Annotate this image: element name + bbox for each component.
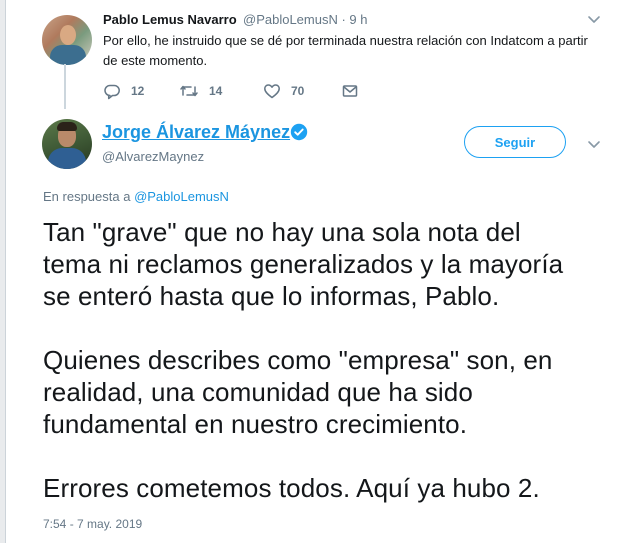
reply-icon: [103, 82, 121, 100]
parent-author-name[interactable]: Pablo Lemus Navarro: [103, 12, 237, 27]
chevron-down-icon[interactable]: [587, 137, 601, 151]
chevron-down-icon[interactable]: [587, 12, 601, 26]
reply-prefix: En respuesta a: [43, 189, 135, 204]
retweet-button[interactable]: 14: [179, 81, 222, 101]
tweet-paragraph: Errores cometemos todos. Aquí ya hubo 2.: [43, 473, 540, 503]
like-button[interactable]: 70: [263, 81, 304, 101]
tweet-text: Tan "grave" que no hay una sola nota del…: [43, 216, 633, 504]
tweet-paragraph: Quienes describes como "empresa" son, en…: [43, 345, 553, 439]
reply-context: En respuesta a @PabloLemusN: [43, 189, 229, 204]
direct-message-icon: [341, 82, 359, 100]
direct-message-button[interactable]: [341, 81, 359, 101]
reply-button[interactable]: 12: [103, 81, 144, 101]
author-handle[interactable]: @AlvarezMaynez: [102, 149, 204, 164]
parent-author-avatar[interactable]: [42, 15, 92, 65]
author-name[interactable]: Jorge Álvarez Máynez: [102, 122, 290, 143]
parent-tweet-text: Por ello, he instruido que se dé por ter…: [103, 33, 588, 68]
verified-icon: [290, 123, 308, 141]
retweet-count: 14: [209, 84, 223, 98]
follow-button[interactable]: Seguir: [464, 126, 566, 158]
author-avatar[interactable]: [42, 119, 92, 169]
tweet-paragraph: Tan "grave" que no hay una sola nota del…: [43, 217, 564, 311]
thread-connector-line: [64, 64, 66, 109]
reply-to-link[interactable]: @PabloLemusN: [134, 189, 229, 204]
reply-count: 12: [131, 84, 145, 98]
window-left-edge: [0, 0, 6, 543]
parent-author-handle-time[interactable]: @PabloLemusN · 9 h: [243, 12, 367, 27]
retweet-icon: [179, 82, 199, 100]
heart-icon: [263, 82, 281, 100]
like-count: 70: [291, 84, 305, 98]
tweet-timestamp[interactable]: 7:54 - 7 may. 2019: [43, 517, 142, 531]
